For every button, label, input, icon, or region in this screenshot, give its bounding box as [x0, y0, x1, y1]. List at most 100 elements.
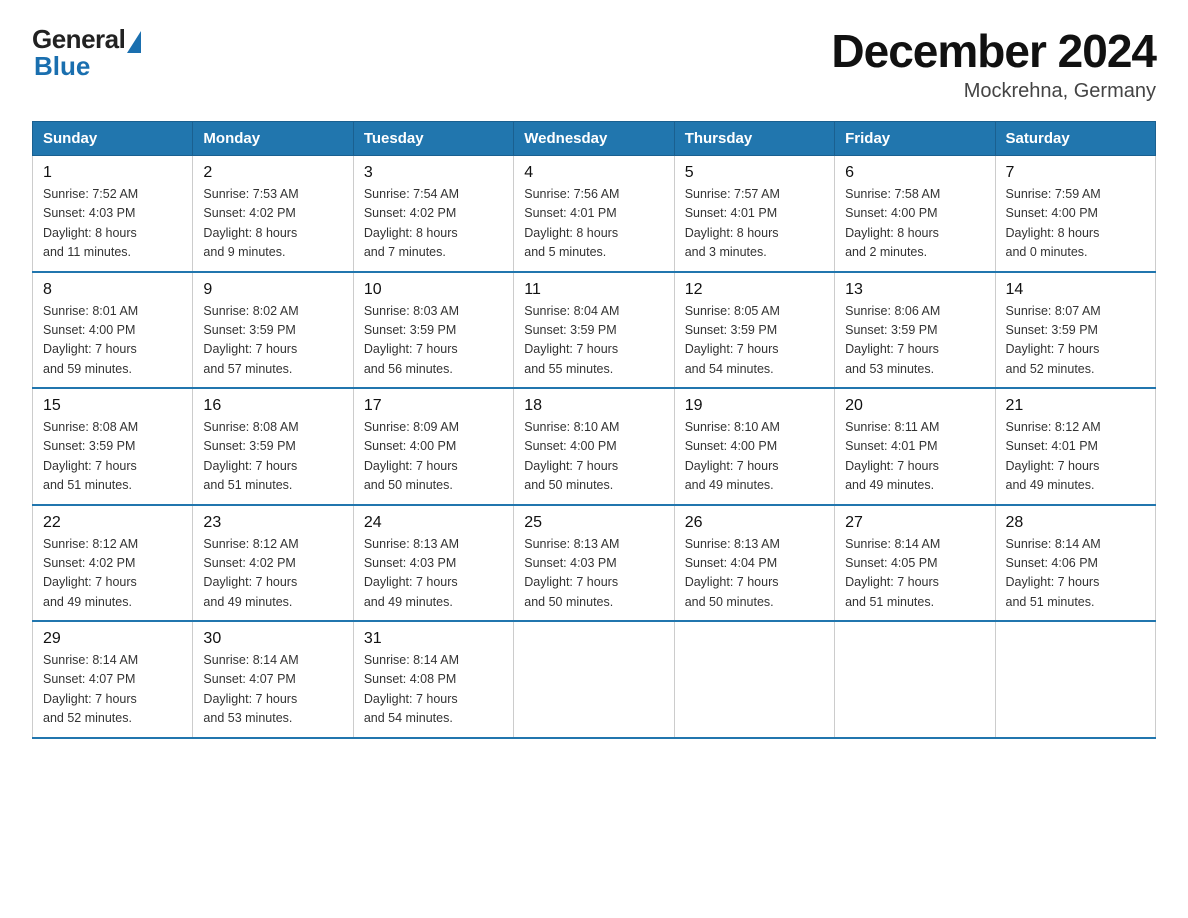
day-info: Sunrise: 8:10 AM Sunset: 4:00 PM Dayligh… — [685, 418, 824, 496]
day-number: 9 — [203, 281, 342, 299]
calendar-cell: 24 Sunrise: 8:13 AM Sunset: 4:03 PM Dayli… — [353, 505, 513, 622]
day-number: 27 — [845, 514, 984, 532]
calendar-cell — [995, 621, 1155, 738]
day-info: Sunrise: 8:10 AM Sunset: 4:00 PM Dayligh… — [524, 418, 663, 496]
day-info: Sunrise: 8:13 AM Sunset: 4:03 PM Dayligh… — [524, 535, 663, 613]
calendar-cell: 10Sunrise: 8:03 AM Sunset: 3:59 PM Dayli… — [353, 272, 513, 389]
day-info: Sunrise: 8:11 AM Sunset: 4:01 PM Dayligh… — [845, 418, 984, 496]
calendar-cell: 22 Sunrise: 8:12 AM Sunset: 4:02 PM Dayli… — [33, 505, 193, 622]
day-number: 7 — [1006, 164, 1145, 182]
day-info: Sunrise: 8:07 AM Sunset: 3:59 PM Dayligh… — [1006, 302, 1145, 380]
day-info: Sunrise: 8:12 AM Sunset: 4:02 PM Dayligh… — [203, 535, 342, 613]
day-info: Sunrise: 7:59 AM Sunset: 4:00 PM Dayligh… — [1006, 185, 1145, 263]
day-number: 4 — [524, 164, 663, 182]
day-info: Sunrise: 7:54 AM Sunset: 4:02 PM Dayligh… — [364, 185, 503, 263]
calendar-week-row: 29 Sunrise: 8:14 AM Sunset: 4:07 PM Dayli… — [33, 621, 1156, 738]
calendar-cell: 16 Sunrise: 8:08 AM Sunset: 3:59 PM Dayli… — [193, 388, 353, 505]
calendar-cell: 21 Sunrise: 8:12 AM Sunset: 4:01 PM Dayli… — [995, 388, 1155, 505]
calendar-week-row: 1 Sunrise: 7:52 AM Sunset: 4:03 PM Daylig… — [33, 156, 1156, 272]
calendar-cell: 3Sunrise: 7:54 AM Sunset: 4:02 PM Daylig… — [353, 156, 513, 272]
calendar-table: SundayMondayTuesdayWednesdayThursdayFrid… — [32, 121, 1156, 739]
header-cell-sunday: Sunday — [33, 122, 193, 156]
day-number: 13 — [845, 281, 984, 299]
header-cell-monday: Monday — [193, 122, 353, 156]
day-info: Sunrise: 8:05 AM Sunset: 3:59 PM Dayligh… — [685, 302, 824, 380]
calendar-header-row: SundayMondayTuesdayWednesdayThursdayFrid… — [33, 122, 1156, 156]
day-number: 17 — [364, 397, 503, 415]
location-subtitle: Mockrehna, Germany — [831, 80, 1156, 103]
calendar-week-row: 22 Sunrise: 8:12 AM Sunset: 4:02 PM Dayli… — [33, 505, 1156, 622]
day-info: Sunrise: 7:52 AM Sunset: 4:03 PM Dayligh… — [43, 185, 182, 263]
day-info: Sunrise: 8:14 AM Sunset: 4:08 PM Dayligh… — [364, 651, 503, 729]
day-number: 22 — [43, 514, 182, 532]
day-number: 6 — [845, 164, 984, 182]
logo-blue-text: Blue — [34, 51, 90, 82]
header-cell-tuesday: Tuesday — [353, 122, 513, 156]
calendar-cell: 17 Sunrise: 8:09 AM Sunset: 4:00 PM Dayli… — [353, 388, 513, 505]
logo: General Blue — [32, 24, 141, 82]
calendar-cell: 30Sunrise: 8:14 AM Sunset: 4:07 PM Dayli… — [193, 621, 353, 738]
calendar-cell: 6Sunrise: 7:58 AM Sunset: 4:00 PM Daylig… — [835, 156, 995, 272]
day-info: Sunrise: 8:12 AM Sunset: 4:01 PM Dayligh… — [1006, 418, 1145, 496]
day-number: 14 — [1006, 281, 1145, 299]
calendar-cell: 27 Sunrise: 8:14 AM Sunset: 4:05 PM Dayli… — [835, 505, 995, 622]
calendar-cell — [835, 621, 995, 738]
day-number: 26 — [685, 514, 824, 532]
calendar-cell: 29 Sunrise: 8:14 AM Sunset: 4:07 PM Dayli… — [33, 621, 193, 738]
day-info: Sunrise: 8:09 AM Sunset: 4:00 PM Dayligh… — [364, 418, 503, 496]
day-info: Sunrise: 8:08 AM Sunset: 3:59 PM Dayligh… — [43, 418, 182, 496]
calendar-cell: 9 Sunrise: 8:02 AM Sunset: 3:59 PM Daylig… — [193, 272, 353, 389]
month-year-title: December 2024 — [831, 24, 1156, 78]
calendar-cell: 2Sunrise: 7:53 AM Sunset: 4:02 PM Daylig… — [193, 156, 353, 272]
day-number: 21 — [1006, 397, 1145, 415]
calendar-cell: 4 Sunrise: 7:56 AM Sunset: 4:01 PM Daylig… — [514, 156, 674, 272]
day-number: 15 — [43, 397, 182, 415]
day-info: Sunrise: 8:06 AM Sunset: 3:59 PM Dayligh… — [845, 302, 984, 380]
day-number: 24 — [364, 514, 503, 532]
day-info: Sunrise: 8:14 AM Sunset: 4:07 PM Dayligh… — [43, 651, 182, 729]
day-info: Sunrise: 8:13 AM Sunset: 4:03 PM Dayligh… — [364, 535, 503, 613]
day-number: 29 — [43, 630, 182, 648]
day-info: Sunrise: 8:08 AM Sunset: 3:59 PM Dayligh… — [203, 418, 342, 496]
day-number: 31 — [364, 630, 503, 648]
calendar-cell: 12Sunrise: 8:05 AM Sunset: 3:59 PM Dayli… — [674, 272, 834, 389]
calendar-cell: 5Sunrise: 7:57 AM Sunset: 4:01 PM Daylig… — [674, 156, 834, 272]
day-info: Sunrise: 8:03 AM Sunset: 3:59 PM Dayligh… — [364, 302, 503, 380]
day-number: 5 — [685, 164, 824, 182]
day-number: 11 — [524, 281, 663, 299]
calendar-cell: 8Sunrise: 8:01 AM Sunset: 4:00 PM Daylig… — [33, 272, 193, 389]
calendar-cell: 7 Sunrise: 7:59 AM Sunset: 4:00 PM Daylig… — [995, 156, 1155, 272]
calendar-cell — [514, 621, 674, 738]
day-info: Sunrise: 8:02 AM Sunset: 3:59 PM Dayligh… — [203, 302, 342, 380]
day-number: 25 — [524, 514, 663, 532]
day-number: 2 — [203, 164, 342, 182]
day-info: Sunrise: 7:56 AM Sunset: 4:01 PM Dayligh… — [524, 185, 663, 263]
header-cell-friday: Friday — [835, 122, 995, 156]
day-number: 1 — [43, 164, 182, 182]
calendar-cell — [674, 621, 834, 738]
calendar-cell: 19Sunrise: 8:10 AM Sunset: 4:00 PM Dayli… — [674, 388, 834, 505]
day-number: 16 — [203, 397, 342, 415]
calendar-cell: 20Sunrise: 8:11 AM Sunset: 4:01 PM Dayli… — [835, 388, 995, 505]
calendar-cell: 18 Sunrise: 8:10 AM Sunset: 4:00 PM Dayli… — [514, 388, 674, 505]
calendar-cell: 15 Sunrise: 8:08 AM Sunset: 3:59 PM Dayli… — [33, 388, 193, 505]
calendar-week-row: 8Sunrise: 8:01 AM Sunset: 4:00 PM Daylig… — [33, 272, 1156, 389]
day-number: 18 — [524, 397, 663, 415]
day-info: Sunrise: 8:14 AM Sunset: 4:05 PM Dayligh… — [845, 535, 984, 613]
calendar-cell: 28 Sunrise: 8:14 AM Sunset: 4:06 PM Dayli… — [995, 505, 1155, 622]
day-number: 28 — [1006, 514, 1145, 532]
day-info: Sunrise: 8:12 AM Sunset: 4:02 PM Dayligh… — [43, 535, 182, 613]
calendar-cell: 23Sunrise: 8:12 AM Sunset: 4:02 PM Dayli… — [193, 505, 353, 622]
header-cell-saturday: Saturday — [995, 122, 1155, 156]
day-number: 8 — [43, 281, 182, 299]
calendar-cell: 1 Sunrise: 7:52 AM Sunset: 4:03 PM Daylig… — [33, 156, 193, 272]
calendar-cell: 26 Sunrise: 8:13 AM Sunset: 4:04 PM Dayli… — [674, 505, 834, 622]
day-info: Sunrise: 8:14 AM Sunset: 4:06 PM Dayligh… — [1006, 535, 1145, 613]
page-header: General Blue December 2024 Mockrehna, Ge… — [32, 24, 1156, 103]
day-info: Sunrise: 8:13 AM Sunset: 4:04 PM Dayligh… — [685, 535, 824, 613]
day-info: Sunrise: 8:14 AM Sunset: 4:07 PM Dayligh… — [203, 651, 342, 729]
calendar-cell: 11Sunrise: 8:04 AM Sunset: 3:59 PM Dayli… — [514, 272, 674, 389]
calendar-week-row: 15 Sunrise: 8:08 AM Sunset: 3:59 PM Dayli… — [33, 388, 1156, 505]
calendar-cell: 25 Sunrise: 8:13 AM Sunset: 4:03 PM Dayli… — [514, 505, 674, 622]
header-cell-wednesday: Wednesday — [514, 122, 674, 156]
